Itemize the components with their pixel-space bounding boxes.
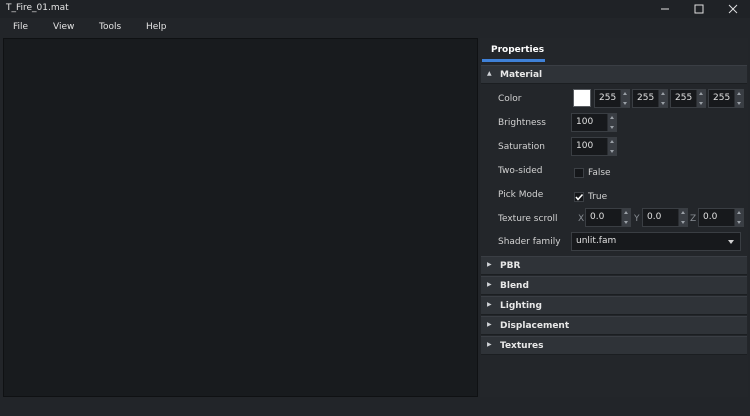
expand-arrow-icon: ▶: [487, 301, 492, 308]
title-bar: T_Fire_01.mat: [0, 0, 750, 18]
shader-family-label: Shader family: [498, 237, 561, 247]
expand-arrow-icon: ▶: [487, 341, 492, 348]
menu-view[interactable]: View: [53, 22, 74, 32]
section-pbr-title: PBR: [500, 261, 521, 271]
pick-mode-value: True: [588, 192, 608, 202]
section-textures-header[interactable]: ▶ Textures: [481, 336, 747, 355]
texture-scroll-label: Texture scroll: [498, 214, 558, 224]
section-textures-title: Textures: [500, 341, 544, 351]
close-icon: [728, 4, 738, 14]
pick-mode-checkbox[interactable]: [574, 192, 584, 202]
color-g-spinner[interactable]: [658, 90, 667, 107]
texture-scroll-x-spinner[interactable]: [621, 209, 630, 226]
color-a-field[interactable]: 255: [708, 89, 744, 108]
minimize-button[interactable]: [650, 0, 680, 18]
color-label: Color: [498, 94, 522, 104]
brightness-label: Brightness: [498, 118, 546, 128]
viewport[interactable]: [3, 38, 478, 397]
texture-scroll-z-label: Z: [690, 214, 697, 224]
section-pbr-header[interactable]: ▶ PBR: [481, 256, 747, 275]
section-blend-header[interactable]: ▶ Blend: [481, 276, 747, 295]
section-lighting-header[interactable]: ▶ Lighting: [481, 296, 747, 315]
brightness-spinner[interactable]: [607, 114, 616, 131]
close-button[interactable]: [718, 0, 748, 18]
section-displacement-title: Displacement: [500, 321, 570, 331]
color-swatch[interactable]: [573, 89, 591, 107]
saturation-value: 100: [576, 141, 594, 151]
section-material-header[interactable]: ▲ Material: [481, 65, 747, 84]
color-b-value: 255: [675, 93, 693, 103]
tab-properties-label: Properties: [491, 45, 545, 55]
section-blend-title: Blend: [500, 281, 529, 291]
section-displacement-header[interactable]: ▶ Displacement: [481, 316, 747, 335]
collapse-arrow-icon: ▲: [487, 70, 492, 77]
two-sided-value: False: [588, 168, 611, 178]
two-sided-label: Two-sided: [498, 166, 543, 176]
maximize-icon: [694, 4, 704, 14]
properties-panel: Properties ▲ Material Color 255 255 255 …: [480, 38, 748, 397]
color-r-spinner[interactable]: [620, 90, 629, 107]
color-a-spinner[interactable]: [734, 90, 743, 107]
brightness-field[interactable]: 100: [571, 113, 617, 132]
menu-help[interactable]: Help: [146, 22, 167, 32]
color-b-spinner[interactable]: [696, 90, 705, 107]
expand-arrow-icon: ▶: [487, 281, 492, 288]
texture-scroll-z-value: 0.0: [703, 212, 718, 222]
saturation-spinner[interactable]: [607, 138, 616, 155]
color-b-field[interactable]: 255: [670, 89, 706, 108]
menu-file[interactable]: File: [13, 22, 28, 32]
color-r-field[interactable]: 255: [594, 89, 630, 108]
minimize-icon: [661, 8, 669, 10]
pick-mode-label: Pick Mode: [498, 190, 544, 200]
chevron-down-icon: [728, 240, 734, 244]
brightness-value: 100: [576, 117, 594, 127]
window-title: T_Fire_01.mat: [6, 3, 69, 13]
texture-scroll-y-value: 0.0: [647, 212, 662, 222]
section-material-title: Material: [500, 70, 543, 80]
tab-properties[interactable]: Properties: [482, 38, 545, 62]
tab-active-indicator: [482, 59, 545, 62]
shader-family-dropdown[interactable]: unlit.fam: [571, 232, 741, 251]
menu-tools[interactable]: Tools: [99, 22, 121, 32]
texture-scroll-y-spinner[interactable]: [678, 209, 687, 226]
shader-family-value: unlit.fam: [576, 236, 617, 246]
saturation-field[interactable]: 100: [571, 137, 617, 156]
color-r-value: 255: [599, 93, 617, 103]
two-sided-checkbox[interactable]: [574, 168, 584, 178]
texture-scroll-y-field[interactable]: 0.0: [642, 208, 688, 227]
color-g-value: 255: [637, 93, 655, 103]
expand-arrow-icon: ▶: [487, 321, 492, 328]
texture-scroll-x-label: X: [578, 214, 585, 224]
texture-scroll-z-field[interactable]: 0.0: [698, 208, 744, 227]
texture-scroll-z-spinner[interactable]: [734, 209, 743, 226]
maximize-button[interactable]: [684, 0, 714, 18]
color-g-field[interactable]: 255: [632, 89, 668, 108]
texture-scroll-x-field[interactable]: 0.0: [585, 208, 631, 227]
texture-scroll-x-value: 0.0: [590, 212, 605, 222]
color-a-value: 255: [713, 93, 731, 103]
texture-scroll-y-label: Y: [634, 214, 640, 224]
section-lighting-title: Lighting: [500, 301, 542, 311]
saturation-label: Saturation: [498, 142, 545, 152]
menu-bar: File View Tools Help: [0, 18, 750, 38]
expand-arrow-icon: ▶: [487, 261, 492, 268]
checkmark-icon: [575, 193, 584, 201]
